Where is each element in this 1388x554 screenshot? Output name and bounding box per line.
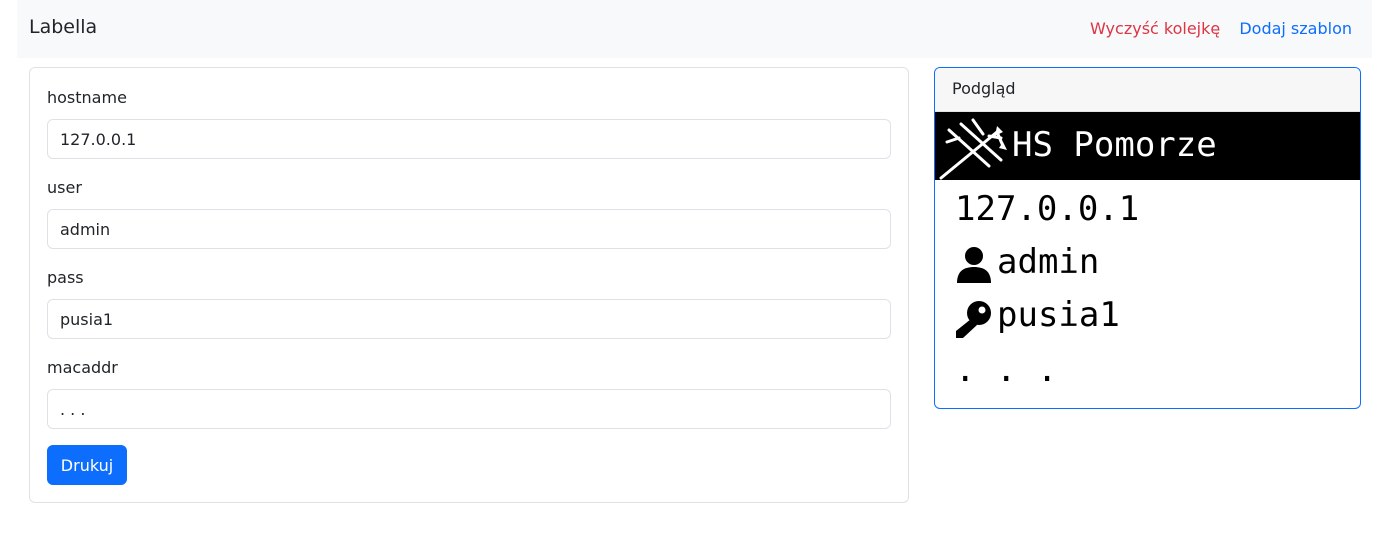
print-button[interactable]: Drukuj (47, 445, 127, 485)
pass-label: pass (47, 268, 84, 287)
label-macaddr: . . . (955, 350, 1058, 390)
preview-card: Podgląd HS Pomorze 127.0.0.1 admin pusia… (934, 67, 1361, 409)
top-navbar: Labella Wyczyść kolejkę Dodaj szablon (17, 0, 1372, 58)
preview-header: Podgląd (935, 68, 1360, 112)
preview-title: Podgląd (952, 79, 1016, 98)
navbar-links: Wyczyść kolejkę Dodaj szablon (1076, 19, 1352, 38)
macaddr-input[interactable] (47, 389, 891, 429)
user-label: user (47, 178, 82, 197)
clear-queue-link[interactable]: Wyczyść kolejkę (1090, 19, 1220, 38)
hostname-input[interactable] (47, 119, 891, 159)
macaddr-label: macaddr (47, 358, 118, 377)
pass-input[interactable] (47, 299, 891, 339)
user-icon (957, 247, 991, 283)
label-form-card: hostname user pass macaddr Drukuj (29, 67, 909, 503)
hostname-label: hostname (47, 88, 127, 107)
add-template-link[interactable]: Dodaj szablon (1239, 19, 1352, 38)
user-input[interactable] (47, 209, 891, 249)
label-banner: HS Pomorze (935, 112, 1360, 180)
label-header-text: HS Pomorze (1012, 125, 1217, 165)
trident-icon (939, 118, 1007, 180)
label-pass: pusia1 (997, 295, 1120, 335)
app-brand[interactable]: Labella (29, 16, 97, 38)
label-user: admin (997, 242, 1100, 282)
key-icon (956, 301, 991, 338)
label-hostname: 127.0.0.1 (955, 189, 1140, 229)
